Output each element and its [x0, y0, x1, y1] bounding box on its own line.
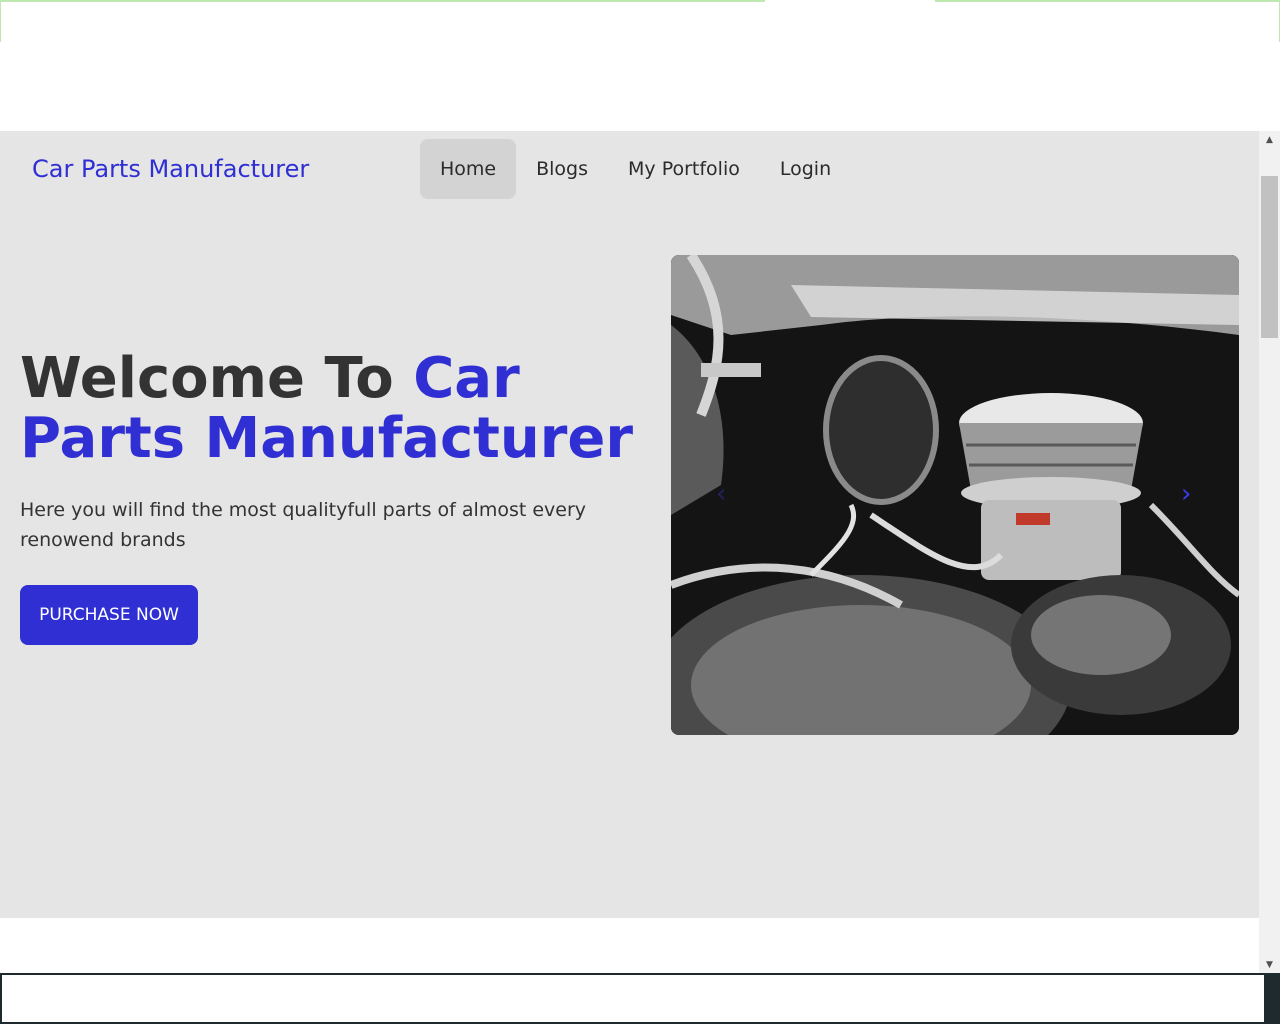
hero-title: Welcome To Car Parts Manufacturer — [20, 349, 650, 469]
nav-item-login[interactable]: Login — [760, 139, 851, 199]
nav-item-home[interactable]: Home — [420, 139, 517, 199]
nav-item-blogs[interactable]: Blogs — [516, 139, 608, 199]
page-viewport: Car Parts Manufacturer Home Blogs My Por… — [0, 131, 1280, 973]
brand-logo[interactable]: Car Parts Manufacturer — [32, 155, 309, 183]
engine-image — [671, 255, 1239, 735]
carousel-next-icon[interactable]: › — [1181, 481, 1191, 507]
window-bottom-area — [2, 975, 1264, 1022]
window-top-border — [0, 0, 1280, 2]
window-left-border — [0, 0, 1, 42]
hero-section: Car Parts Manufacturer Home Blogs My Por… — [0, 131, 1259, 918]
hero-title-prefix: Welcome To — [20, 346, 414, 411]
scrollbar[interactable]: ▲ ▼ — [1259, 131, 1280, 973]
scroll-down-icon[interactable]: ▼ — [1259, 956, 1280, 973]
carousel-prev-icon[interactable]: ‹ — [716, 481, 726, 507]
page: Car Parts Manufacturer Home Blogs My Por… — [0, 131, 1259, 973]
scroll-up-icon[interactable]: ▲ — [1259, 131, 1280, 148]
nav-item-my-portfolio[interactable]: My Portfolio — [608, 139, 760, 199]
hero-carousel: ‹ › — [671, 255, 1239, 735]
hero-subtitle: Here you will find the most qualityfull … — [20, 499, 587, 551]
main-nav: Home Blogs My Portfolio Login — [420, 139, 851, 199]
purchase-now-button[interactable]: PURCHASE NOW — [20, 585, 198, 645]
scroll-thumb[interactable] — [1261, 176, 1278, 338]
